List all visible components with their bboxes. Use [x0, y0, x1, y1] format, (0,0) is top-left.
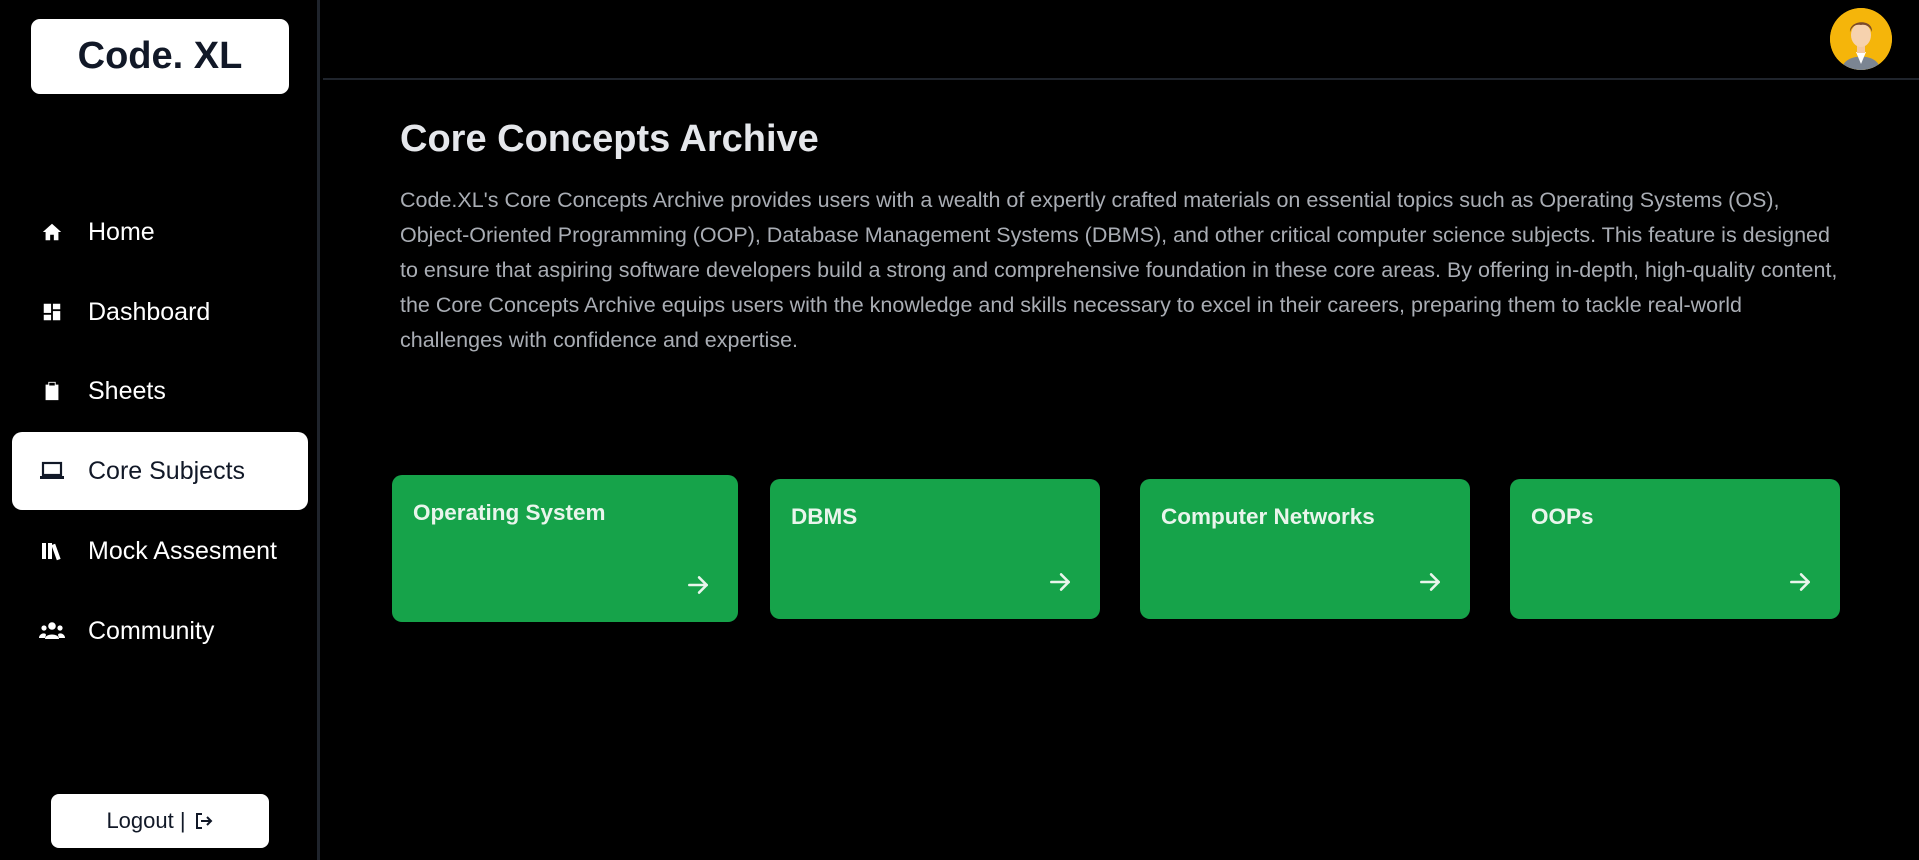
arrow-right-icon: [1050, 573, 1070, 591]
top-bar: [323, 0, 1919, 80]
page-description: Code.XL's Core Concepts Archive provides…: [400, 188, 1838, 352]
card-title: DBMS: [791, 504, 858, 529]
subject-card-oops[interactable]: OOPs: [1510, 479, 1840, 619]
subject-card-computer-networks[interactable]: Computer Networks: [1140, 479, 1470, 619]
sidebar-item-core-subjects[interactable]: Core Subjects: [12, 432, 308, 510]
sidebar-item-label: Home: [88, 217, 155, 246]
page-title: Core Concepts Archive: [400, 118, 819, 160]
user-avatar[interactable]: [1830, 8, 1892, 70]
sidebar-item-mock-assesment[interactable]: Mock Assesment: [12, 512, 308, 590]
subject-card-dbms[interactable]: DBMS: [770, 479, 1100, 619]
sidebar-item-label: Core Subjects: [88, 456, 246, 485]
card-title: Computer Networks: [1161, 504, 1375, 529]
app-root: Code. XL Home Dashboard Sheets Core Subj…: [0, 0, 1919, 860]
logout-button[interactable]: Logout |: [51, 794, 269, 848]
laptop-icon: [37, 456, 67, 486]
card-title: OOPs: [1531, 504, 1594, 529]
arrow-right-icon: [1790, 573, 1810, 591]
sidebar-item-home[interactable]: Home: [12, 193, 308, 271]
sidebar-item-label: Community: [88, 616, 215, 645]
arrow-right-icon: [1420, 573, 1440, 591]
sidebar-item-community[interactable]: Community: [12, 592, 308, 670]
logout-icon: [194, 811, 214, 831]
sidebar-item-label: Dashboard: [88, 297, 211, 326]
clipboard-icon: [37, 376, 67, 406]
arrow-right-icon: [688, 576, 708, 594]
sidebar-item-label: Sheets: [88, 376, 166, 405]
home-icon: [37, 217, 67, 247]
subject-card-operating-system[interactable]: Operating System: [392, 475, 738, 622]
sidebar-item-dashboard[interactable]: Dashboard: [12, 273, 308, 351]
books-icon: [37, 536, 67, 566]
sidebar-item-label: Mock Assesment: [88, 536, 277, 565]
sidebar-item-sheets[interactable]: Sheets: [12, 352, 308, 430]
logout-label: Logout |: [106, 808, 186, 833]
card-title: Operating System: [413, 500, 606, 525]
users-icon: [37, 616, 67, 646]
sidebar: Code. XL Home Dashboard Sheets Core Subj…: [0, 0, 320, 860]
dashboard-icon: [37, 297, 67, 327]
app-logo[interactable]: Code. XL: [31, 19, 289, 94]
